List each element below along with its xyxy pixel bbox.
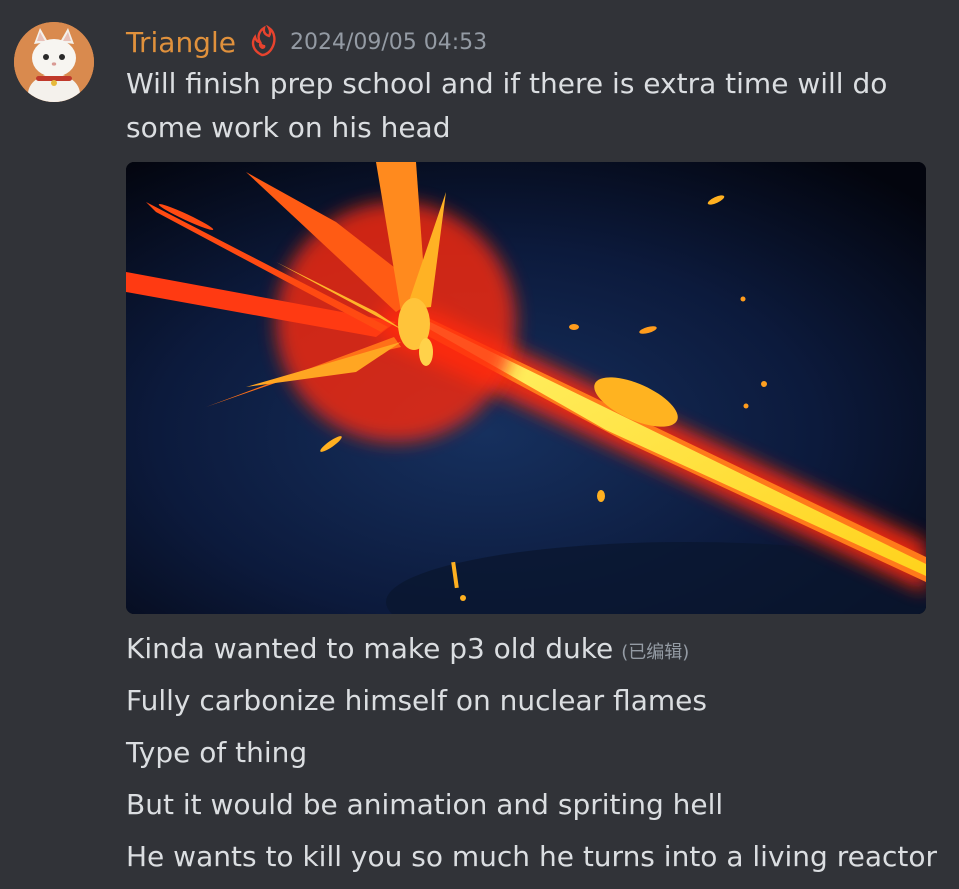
flame-explosion-image[interactable] [126, 162, 926, 614]
message-text-line: Fully carbonize himself on nuclear flame… [126, 684, 707, 717]
author-name[interactable]: Triangle [126, 26, 236, 59]
message-header: Triangle 2024/09/05 04:53 [126, 22, 487, 62]
cat-avatar-icon [14, 22, 94, 102]
chat-message: Triangle 2024/09/05 04:53 Will finish pr… [0, 0, 959, 889]
message-timestamp: 2024/09/05 04:53 [289, 29, 488, 55]
flame-clover-icon[interactable] [248, 24, 278, 59]
edited-label: (已编辑) [621, 642, 690, 663]
message-text-line: He wants to kill you so much he turns in… [126, 840, 938, 873]
message-line-text: Kinda wanted to make p3 old duke [126, 632, 614, 665]
message-text-first: Will finish prep school and if there is … [126, 67, 888, 144]
message-text-line: Kinda wanted to make p3 old duke (已编辑) [126, 627, 689, 675]
message-text-line: Type of thing [126, 736, 308, 769]
message-text-line: But it would be animation and spriting h… [126, 788, 724, 821]
author-avatar[interactable] [14, 22, 94, 102]
